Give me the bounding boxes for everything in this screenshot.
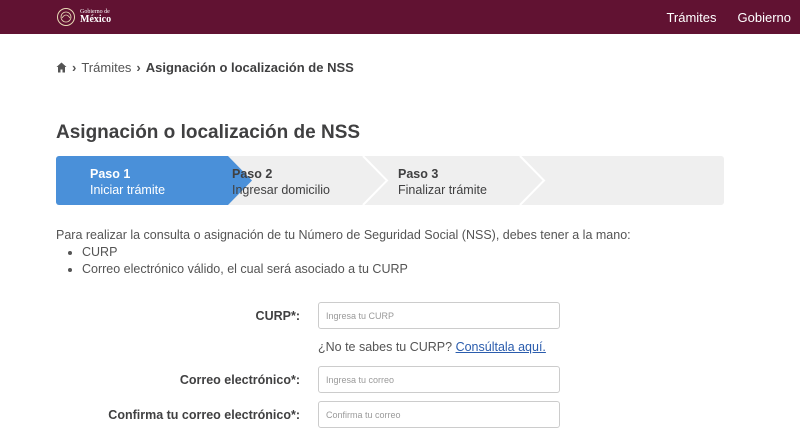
logo-big-text: México xyxy=(80,14,112,25)
step-3: Paso 3 Finalizar trámite xyxy=(398,156,487,205)
requirement-item: CURP xyxy=(82,244,756,261)
nav-tramites[interactable]: Trámites xyxy=(666,10,716,25)
main-nav: Trámites Gobierno xyxy=(645,0,791,34)
step-2: Paso 2 Ingresar domicilio xyxy=(232,156,330,205)
consult-curp-link[interactable]: Consúltala aquí. xyxy=(456,340,546,354)
requirements-list: CURP Correo electrónico válido, el cual … xyxy=(82,244,756,278)
step-3-title: Paso 3 xyxy=(398,167,439,181)
breadcrumb-link-tramites[interactable]: Trámites xyxy=(81,60,131,75)
curp-help: ¿No te sabes tu CURP? Consúltala aquí. xyxy=(318,340,546,354)
breadcrumb: › Trámites › Asignación o localización d… xyxy=(56,60,354,75)
instructions: Para realizar la consulta o asignación d… xyxy=(56,227,756,278)
top-navbar: Gobierno de México Trámites Gobierno xyxy=(0,0,800,34)
email-label: Correo electrónico*: xyxy=(179,373,300,387)
step-2-title: Paso 2 xyxy=(232,167,273,181)
nav-gobierno[interactable]: Gobierno xyxy=(738,10,791,25)
chevron-right-icon: › xyxy=(136,60,141,75)
email-input[interactable] xyxy=(318,366,560,393)
confirm-email-label: Confirma tu correo electrónico*: xyxy=(108,408,300,422)
step-1: Paso 1 Iniciar trámite xyxy=(56,156,224,205)
step-1-subtitle: Iniciar trámite xyxy=(90,183,166,197)
confirm-email-input[interactable] xyxy=(318,401,560,428)
chevron-right-icon: › xyxy=(72,60,77,75)
home-icon[interactable] xyxy=(56,62,67,73)
breadcrumb-current: Asignación o localización de NSS xyxy=(145,60,354,75)
gobierno-logo[interactable]: Gobierno de México xyxy=(56,5,111,29)
coat-of-arms-icon xyxy=(57,8,75,26)
step-2-arrow-icon xyxy=(362,156,389,205)
instructions-text: Para realizar la consulta o asignación d… xyxy=(56,228,631,242)
step-2-subtitle: Ingresar domicilio xyxy=(232,183,330,197)
curp-help-text: ¿No te sabes tu CURP? xyxy=(318,340,456,354)
curp-input[interactable] xyxy=(318,302,560,329)
progress-stepper: Paso 1 Iniciar trámite Paso 2 Ingresar d… xyxy=(56,156,724,205)
requirement-item: Correo electrónico válido, el cual será … xyxy=(82,261,756,278)
step-3-arrow-icon xyxy=(519,156,546,205)
page-title: Asignación o localización de NSS xyxy=(56,122,361,143)
step-1-title: Paso 1 xyxy=(90,167,131,181)
curp-label: CURP*: xyxy=(255,309,300,323)
step-3-subtitle: Finalizar trámite xyxy=(398,183,487,197)
